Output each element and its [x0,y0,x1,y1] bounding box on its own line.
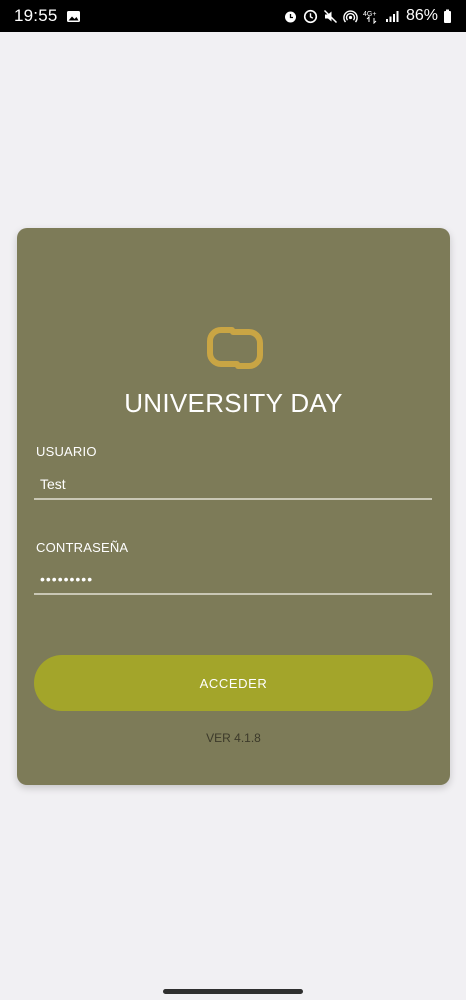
mute-icon [323,9,338,24]
battery-percent: 86% [405,7,438,24]
network-label: 4G+ [363,11,376,18]
acceder-button[interactable]: ACCEDER [34,655,433,711]
username-input[interactable] [34,470,432,500]
version-text: VER 4.1.8 [206,731,261,745]
alarm-icon [283,9,298,24]
4g-icon: 4G+ [363,9,379,24]
image-icon [66,9,81,24]
hotspot-icon [343,9,358,24]
clock-icon [303,9,318,24]
login-card: UNIVERSITY DAY USUARIO CONTRASEÑA ACCEDE… [17,228,450,785]
username-label: USUARIO [36,444,97,459]
app-title: UNIVERSITY DAY [124,388,343,418]
password-label: CONTRASEÑA [36,540,129,555]
logo-icon [207,326,263,370]
signal-icon [384,9,399,24]
password-input[interactable] [34,565,432,595]
home-indicator[interactable] [163,989,303,994]
battery-icon [443,9,452,24]
status-bar: 19:55 4G+ 86% [0,0,466,32]
status-time: 19:55 [14,6,58,25]
